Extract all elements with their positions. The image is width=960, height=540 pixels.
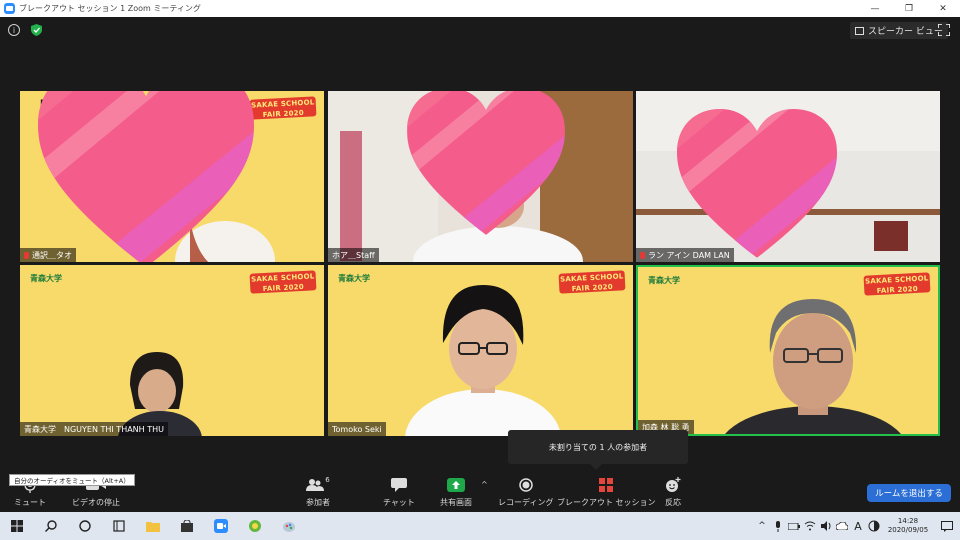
wifi-icon[interactable]	[802, 512, 818, 540]
school-fair-logo: SAKAE SCHOOL FAIR 2020	[558, 270, 626, 294]
share-screen-icon	[447, 476, 465, 494]
zoom-logo-icon	[4, 3, 15, 14]
participants-button[interactable]: 6 参加者	[306, 476, 330, 510]
heart-sticker-icon	[38, 91, 254, 262]
grid-view-icon	[855, 26, 864, 35]
clock-date: 2020/09/05	[887, 526, 929, 534]
participant-name: 青森大学 NGUYEN THI THANH THU	[24, 424, 164, 434]
university-logo: 青森大学	[338, 274, 370, 283]
meeting-info-icon[interactable]: i	[8, 24, 20, 36]
chat-bubble-icon	[390, 476, 407, 494]
video-tile-5[interactable]: 青森大学 SAKAE SCHOOL FAIR 2020 Tomoko Seki	[328, 265, 633, 436]
cortana-icon[interactable]	[68, 512, 102, 540]
school-fair-logo: SAKAE SCHOOL FAIR 2020	[249, 96, 317, 120]
zoom-icon[interactable]	[204, 512, 238, 540]
file-explorer-icon[interactable]	[136, 512, 170, 540]
poster-decor	[340, 131, 362, 261]
participant-name-label: ラン アイン DAM LAN	[636, 248, 734, 262]
system-tray: ^ A 14:28 2020/09/05	[754, 512, 960, 540]
record-button[interactable]: レコーディング	[498, 476, 553, 510]
chevron-up-icon[interactable]: ^	[754, 512, 770, 540]
record-icon	[518, 476, 533, 494]
breakout-rooms-icon	[599, 476, 614, 494]
task-view-icon[interactable]	[102, 512, 136, 540]
search-icon[interactable]	[34, 512, 68, 540]
breakout-rooms-button[interactable]: ブレークアウト セッション	[557, 476, 656, 510]
mute-label: ミュート	[14, 498, 46, 507]
ime-indicator[interactable]: A	[850, 512, 866, 540]
video-tile-6-active-speaker[interactable]: 青森大学 SAKAE SCHOOL FAIR 2020 加森 林 聡 勇	[636, 265, 940, 436]
breakout-rooms-label: ブレークアウト セッション	[557, 498, 656, 507]
muted-mic-icon	[24, 251, 29, 259]
share-screen-button[interactable]: 共有画面	[440, 476, 472, 510]
participant-name: Tomoko Seki	[332, 424, 382, 434]
reactions-label: 反応	[665, 498, 681, 507]
stop-video-label: ビデオの停止	[72, 498, 120, 507]
video-tile-2[interactable]: ホア＿Staff	[328, 91, 633, 262]
notification-icon[interactable]	[934, 512, 960, 540]
school-fair-logo: SAKAE SCHOOL FAIR 2020	[249, 270, 317, 294]
store-icon[interactable]	[170, 512, 204, 540]
heart-sticker-icon	[407, 91, 565, 235]
share-screen-label: 共有画面	[440, 498, 472, 507]
minimize-button[interactable]: —	[858, 0, 892, 17]
app-green-icon[interactable]	[238, 512, 272, 540]
window-title: ブレークアウト セッション 1 Zoom ミーティング	[19, 4, 201, 13]
encryption-shield-icon[interactable]	[31, 24, 42, 36]
participant-name-label: ホア＿Staff	[328, 248, 379, 262]
paint-icon[interactable]	[272, 512, 306, 540]
taskbar-clock[interactable]: 14:28 2020/09/05	[882, 517, 934, 535]
participant-silhouette	[405, 285, 561, 436]
video-tile-3[interactable]: ラン アイン DAM LAN	[636, 91, 940, 262]
participant-name: ホア＿Staff	[332, 250, 375, 260]
heart-sticker-icon	[677, 109, 837, 258]
university-logo: 青森大学	[648, 276, 680, 285]
chat-button[interactable]: チャット	[383, 476, 415, 510]
battery-icon[interactable]	[786, 512, 802, 540]
participant-silhouette	[725, 299, 901, 434]
windows-taskbar: ^ A 14:28 2020/09/05	[0, 512, 960, 540]
participant-name-label: 青森大学 NGUYEN THI THANH THU	[20, 422, 168, 436]
leave-room-button[interactable]: ルームを退出する	[867, 484, 951, 502]
smiley-plus-icon	[665, 476, 681, 494]
university-logo: 青森大学	[30, 274, 62, 283]
mute-shortcut-tooltip: 自分のオーディオをミュート（Alt+A）	[9, 474, 135, 486]
zoom-window: ブレークアウト セッション 1 Zoom ミーティング — ❐ ✕ i スピーカ…	[0, 0, 960, 540]
participant-name-label: 通訳＿タオ	[20, 248, 76, 262]
video-tile-4[interactable]: 青森大学 SAKAE SCHOOL FAIR 2020 青森大学 NGUYEN …	[20, 265, 324, 436]
volume-icon[interactable]	[818, 512, 834, 540]
cloud-icon[interactable]	[834, 512, 850, 540]
participants-icon: 6	[306, 476, 330, 494]
participants-label: 参加者	[306, 498, 330, 507]
windows-icon[interactable]	[0, 512, 34, 540]
window-controls: — ❐ ✕	[858, 0, 960, 17]
participant-name-label: Tomoko Seki	[328, 422, 386, 436]
reactions-button[interactable]: 反応	[665, 476, 681, 510]
chat-label: チャット	[383, 498, 415, 507]
clock-time: 14:28	[897, 517, 919, 525]
wall-picture	[874, 221, 908, 251]
participant-name: ラン アイン DAM LAN	[648, 250, 730, 260]
unassigned-participants-tooltip: 未割り当ての 1 人の参加者	[508, 430, 688, 464]
microphone-tray-icon[interactable]	[770, 512, 786, 540]
speaker-view-button[interactable]: スピーカー ビュー	[850, 22, 948, 39]
close-button[interactable]: ✕	[926, 0, 960, 17]
ime-mode-icon[interactable]	[866, 512, 882, 540]
title-bar: ブレークアウト セッション 1 Zoom ミーティング — ❐ ✕	[0, 0, 960, 17]
restore-button[interactable]: ❐	[892, 0, 926, 17]
muted-mic-icon	[640, 251, 645, 259]
share-options-caret-icon[interactable]: ^	[481, 480, 488, 489]
participants-count: 6	[325, 476, 330, 484]
meeting-toolbar: ミュート ビデオの停止 6 参加者 チャット 共有画面 ^ レコーディング ブレ…	[0, 470, 960, 512]
participant-name: 通訳＿タオ	[32, 250, 72, 260]
video-tile-1[interactable]: PI SAKAE SCHOOL FAIR 2020 通訳＿タオ	[20, 91, 324, 262]
record-label: レコーディング	[498, 498, 554, 507]
fullscreen-icon[interactable]	[938, 24, 950, 36]
speaker-view-label: スピーカー ビュー	[868, 27, 943, 37]
